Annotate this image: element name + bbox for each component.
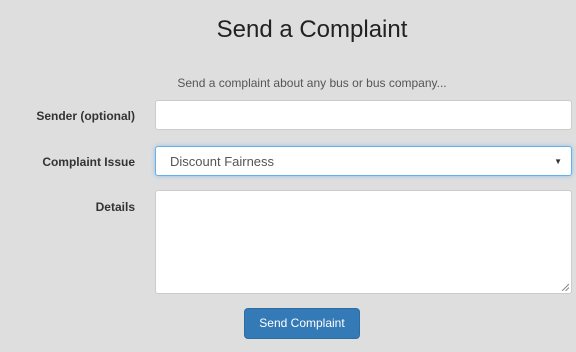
details-label: Details [95,200,135,214]
details-row: Details [0,190,576,296]
details-textarea[interactable] [155,190,572,294]
issue-select-value: Discount Fairness [170,154,275,169]
issue-label: Complaint Issue [42,155,135,169]
sender-row: Sender (optional) [0,100,576,132]
resize-grip-icon[interactable] [561,283,569,291]
page-subtitle: Send a complaint about any bus or bus co… [177,76,447,90]
page-title: Send a Complaint [216,16,408,43]
send-complaint-button[interactable]: Send Complaint [244,308,360,339]
sender-label: Sender (optional) [36,109,135,123]
issue-row: Complaint Issue Discount Fairness ▼ [0,146,576,178]
chevron-down-icon: ▼ [554,157,562,166]
issue-select[interactable]: Discount Fairness ▼ [155,146,572,176]
sender-input[interactable] [155,100,572,130]
